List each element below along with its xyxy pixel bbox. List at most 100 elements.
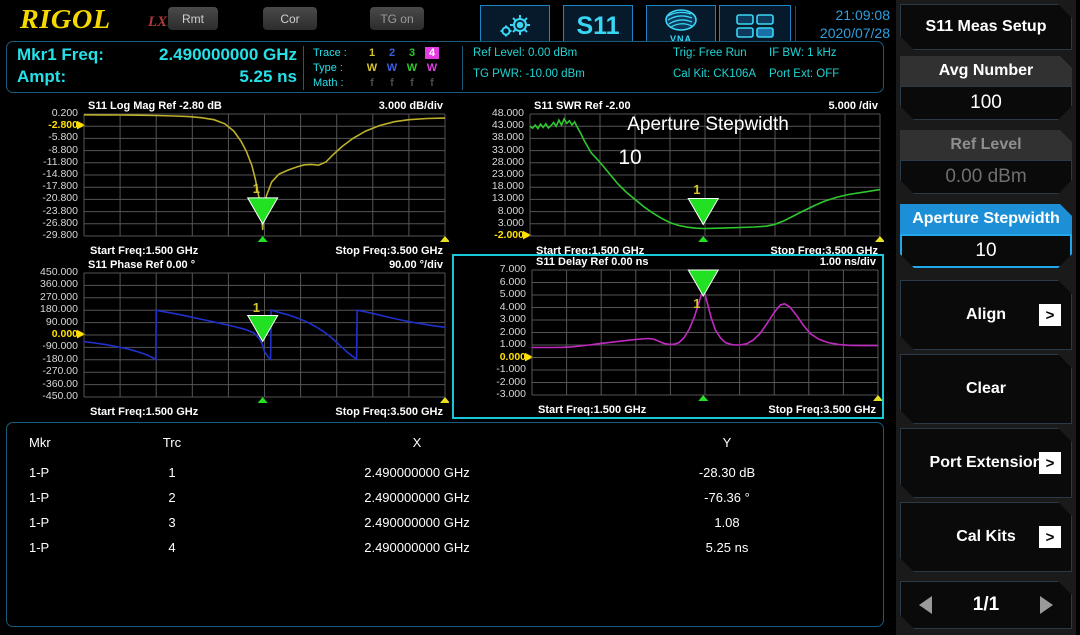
menu-item-value-avg-number[interactable]: 100 bbox=[900, 86, 1072, 120]
table-row: 1-P bbox=[29, 540, 50, 555]
triangle-right-icon[interactable] bbox=[1040, 596, 1053, 614]
marker-freq-value: 2.490000000 GHz bbox=[159, 45, 297, 64]
clock-date: 2020/07/28 bbox=[819, 25, 890, 41]
chevron-right-icon[interactable]: > bbox=[1039, 452, 1061, 474]
stop-freq-delay: Stop Freq:3.500 GHz bbox=[768, 404, 876, 416]
graph-panel-swr[interactable]: S11 SWR Ref -2.00 5.000 /div 48.000 43.000 3… bbox=[452, 100, 884, 258]
trace-math-1: f bbox=[370, 77, 374, 89]
trace-type-1: W bbox=[366, 62, 378, 74]
port-ext-status: Port Ext: OFF bbox=[769, 68, 840, 80]
chevron-right-icon[interactable]: > bbox=[1039, 304, 1061, 326]
menu-title-button[interactable]: S11 Meas Setup bbox=[900, 4, 1072, 50]
marker-number-logmag: 1 bbox=[252, 180, 260, 196]
menu-page-indicator: 1/1 bbox=[972, 594, 1000, 615]
marker-x-tick-delay bbox=[698, 395, 709, 401]
table-row: -76.36 ° bbox=[704, 490, 750, 505]
menu-item-value-text: 10 bbox=[975, 240, 997, 261]
menu-item-header-aperture-stepwidth[interactable]: Aperture Stepwidth bbox=[900, 204, 1072, 234]
menu-button-label: Port Extension bbox=[929, 454, 1043, 471]
marker-number-phase: 1 bbox=[252, 299, 260, 315]
top-bar: RIGOL LXI Rmt Cor TG on S11 VNA 21:09:08… bbox=[0, 0, 891, 47]
table-row: 2 bbox=[168, 490, 176, 505]
table-row: 4 bbox=[168, 540, 176, 555]
graph-panel-delay[interactable]: S11 Delay Ref 0.00 ns 1.00 ns/div 7.000 6.0… bbox=[452, 254, 884, 419]
menu-item-label: Avg Number bbox=[938, 62, 1034, 79]
trace-number-2[interactable]: 2 bbox=[385, 47, 399, 59]
trace-type-2: W bbox=[386, 62, 398, 74]
table-row: 1 bbox=[168, 465, 176, 480]
graph-canvas-logmag bbox=[83, 113, 449, 242]
marker-freq-label: Mkr1 Freq: bbox=[17, 45, 104, 64]
graph-panel-logmag[interactable]: S11 Log Mag Ref -2.80 dB 3.000 dB/div 0.20… bbox=[6, 100, 449, 258]
trace-type-3: W bbox=[406, 62, 418, 74]
vna-screen: RIGOL LXI Rmt Cor TG on S11 VNA 21:09:08… bbox=[0, 0, 1080, 635]
marker-ampt-value: 5.25 ns bbox=[239, 67, 297, 86]
clock-time: 21:09:08 bbox=[835, 7, 891, 23]
trace-math-3: f bbox=[410, 77, 414, 89]
menu-button-label: Cal Kits bbox=[956, 528, 1016, 545]
marker-x-tick-swr bbox=[698, 236, 709, 242]
grid-layout-icon bbox=[736, 14, 774, 38]
menu-item-value-text: 0.00 dBm bbox=[945, 166, 1027, 187]
tg-power-status: TG PWR: -10.00 dBm bbox=[473, 68, 585, 80]
aperture-overlay-title: Aperture Stepwidth bbox=[627, 114, 789, 135]
remote-status-button[interactable]: Rmt bbox=[168, 7, 218, 30]
aperture-overlay-value: 10 bbox=[618, 146, 642, 169]
ref-level-status: Ref Level: 0.00 dBm bbox=[473, 47, 578, 59]
cal-kit-status: Cal Kit: CK106A bbox=[673, 68, 757, 80]
menu-page-nav[interactable]: 1/1 bbox=[900, 581, 1072, 629]
stop-freq-phase: Stop Freq:3.500 GHz bbox=[335, 406, 443, 418]
trace-number-4[interactable]: 4 bbox=[425, 47, 439, 59]
stop-freq-tick-swr bbox=[875, 236, 884, 242]
start-freq-delay: Start Freq:1.500 GHz bbox=[538, 404, 647, 416]
stop-freq-tick-logmag bbox=[440, 236, 449, 242]
stop-freq-logmag: Stop Freq:3.500 GHz bbox=[335, 245, 443, 257]
table-row: -28.30 dB bbox=[698, 465, 756, 480]
graph-canvas-phase bbox=[83, 272, 449, 403]
info-divider-1 bbox=[303, 46, 304, 90]
triangle-left-icon[interactable] bbox=[919, 596, 932, 614]
trace-number-3[interactable]: 3 bbox=[405, 47, 419, 59]
trace-math-4: f bbox=[430, 77, 434, 89]
menu-button-port-extension[interactable]: Port Extension > bbox=[900, 428, 1072, 498]
menu-button-clear[interactable]: Clear bbox=[900, 354, 1072, 424]
tg-status-button[interactable]: TG on bbox=[370, 7, 424, 30]
marker-triangle-logmag[interactable] bbox=[246, 197, 279, 225]
if-bw-status: IF BW: 1 kHz bbox=[769, 47, 837, 59]
trigger-status: Trig: Free Run bbox=[673, 47, 747, 59]
start-freq-phase: Start Freq:1.500 GHz bbox=[90, 406, 199, 418]
menu-item-value-aperture-stepwidth[interactable]: 10 bbox=[900, 234, 1072, 268]
trace-number-1[interactable]: 1 bbox=[365, 47, 379, 59]
table-header-trc: Trc bbox=[162, 435, 182, 450]
marker-triangle-phase[interactable] bbox=[246, 315, 279, 343]
menu-item-header-avg-number[interactable]: Avg Number bbox=[900, 56, 1072, 86]
table-row: 2.490000000 GHz bbox=[364, 515, 470, 530]
marker-ampt-label: Ampt: bbox=[17, 67, 67, 86]
table-header-mkr: Mkr bbox=[29, 435, 51, 450]
menu-item-label: Ref Level bbox=[950, 136, 1022, 153]
table-header-x: X bbox=[412, 435, 422, 450]
table-row: 3 bbox=[168, 515, 176, 530]
menu-item-header-ref-level[interactable]: Ref Level bbox=[900, 130, 1072, 160]
menu-button-cal-kits[interactable]: Cal Kits > bbox=[900, 502, 1072, 572]
graph-panel-phase[interactable]: S11 Phase Ref 0.00 ° 90.00 °/div 450.000 36… bbox=[6, 259, 449, 419]
s11-label: S11 bbox=[576, 11, 620, 40]
menu-button-label: Clear bbox=[965, 380, 1007, 397]
vna-icon bbox=[665, 9, 697, 31]
math-row-label: Math : bbox=[313, 77, 344, 89]
table-row: 2.490000000 GHz bbox=[364, 540, 470, 555]
table-row: 2.490000000 GHz bbox=[364, 490, 470, 505]
table-row: 1-P bbox=[29, 515, 50, 530]
table-row: 1-P bbox=[29, 490, 50, 505]
correction-status-button[interactable]: Cor bbox=[263, 7, 317, 30]
info-divider-2 bbox=[462, 46, 463, 90]
graph-canvas-delay bbox=[531, 269, 882, 401]
stop-freq-tick-delay bbox=[873, 395, 882, 401]
table-row: 1-P bbox=[29, 465, 50, 480]
menu-button-align[interactable]: Align > bbox=[900, 280, 1072, 350]
menu-title-label: S11 Meas Setup bbox=[925, 18, 1047, 35]
chevron-right-icon[interactable]: > bbox=[1039, 526, 1061, 548]
rigol-logo: RIGOL bbox=[19, 4, 111, 34]
menu-item-label: Aperture Stepwidth bbox=[912, 210, 1060, 227]
menu-item-value-ref-level[interactable]: 0.00 dBm bbox=[900, 160, 1072, 194]
